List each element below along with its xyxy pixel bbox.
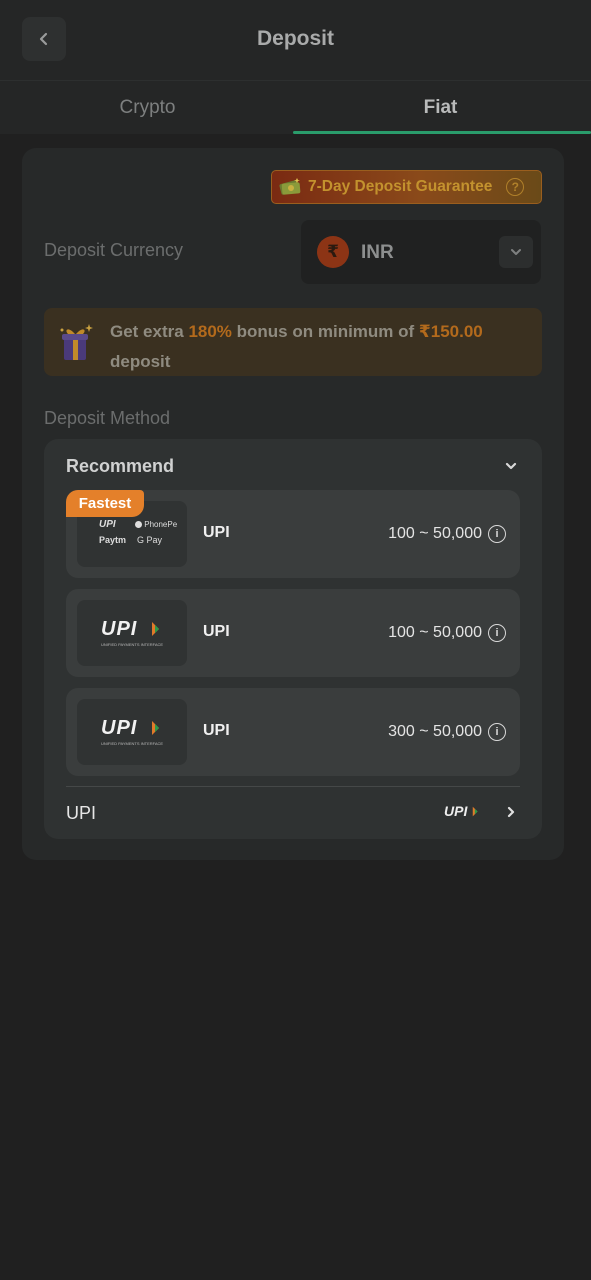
method-name: UPI <box>203 623 230 640</box>
bonus-prefix: Get extra <box>110 322 189 341</box>
payment-method-card[interactable]: UPI PhonePe Paytm G Pay Fastest UPI 100 … <box>66 490 520 578</box>
upi-logo-text: UPI <box>101 618 138 640</box>
upi-arrow-icon <box>152 622 159 636</box>
guarantee-money-icon <box>279 178 301 195</box>
upi-logo-text: UPI <box>444 803 468 819</box>
currency-dropdown-button[interactable] <box>499 236 533 268</box>
upi-logo-subtext: UNIFIED PAYMENTS INTERFACE <box>101 642 164 647</box>
tab-bar: Crypto Fiat <box>0 80 591 134</box>
bonus-text: Get extra 180% bonus on minimum of ₹150.… <box>110 317 530 377</box>
upi-logo: UPI UNIFIED PAYMENTS INTERFACE <box>77 699 187 765</box>
method-name: UPI <box>203 524 230 541</box>
paytm-logo: Paytm <box>99 535 127 545</box>
header: Deposit <box>0 0 591 80</box>
page-title: Deposit <box>256 27 334 50</box>
upi-small-logo: UPI <box>444 803 479 821</box>
gift-icon <box>60 324 93 360</box>
gpay-logo: G Pay <box>137 535 163 545</box>
payment-method-card[interactable]: UPI UNIFIED PAYMENTS INTERFACE UPI 100 ~… <box>66 589 520 677</box>
bonus-middle: bonus on minimum of <box>231 322 419 341</box>
chevron-down-icon <box>511 249 521 255</box>
bonus-suffix: deposit <box>110 352 171 371</box>
currency-select[interactable]: ₹ INR <box>301 220 541 284</box>
method-range: 100 ~ 50,000 <box>388 624 482 641</box>
method-name: UPI <box>203 722 230 739</box>
deposit-panel: 7-Day Deposit Guarantee ? Deposit Curren… <box>22 148 564 860</box>
upi-arrow-icon <box>472 806 478 817</box>
method-range: 100 ~ 50,000 <box>388 525 482 542</box>
info-icon[interactable]: i <box>488 723 506 741</box>
rupee-icon: ₹ <box>317 236 349 268</box>
tab-crypto[interactable]: Crypto <box>0 81 295 135</box>
upi-logo: UPI UNIFIED PAYMENTS INTERFACE <box>77 600 187 666</box>
upi-logo-text: UPI <box>99 519 116 530</box>
upi-logo-text: UPI <box>101 717 138 739</box>
info-icon[interactable]: i <box>488 525 506 543</box>
help-icon[interactable]: ? <box>506 178 525 196</box>
upi-logo-subtext: UNIFIED PAYMENTS INTERFACE <box>101 741 164 746</box>
bonus-amount: ₹150.00 <box>418 322 483 341</box>
bonus-percent: 180% <box>188 322 232 341</box>
active-tab-indicator <box>293 131 591 134</box>
chevron-right-icon[interactable] <box>504 805 518 819</box>
upi-method-row-label[interactable]: UPI <box>66 803 96 824</box>
guarantee-label: 7-Day Deposit Guarantee <box>308 178 493 195</box>
bonus-banner: Get extra 180% bonus on minimum of ₹150.… <box>44 308 542 376</box>
phonepe-logo: PhonePe <box>135 520 177 529</box>
phonepe-logo-text: PhonePe <box>144 520 178 529</box>
fastest-badge: Fastest <box>66 490 144 517</box>
method-range: 300 ~ 50,000 <box>388 723 482 740</box>
deposit-currency-label: Deposit Currency <box>44 240 184 260</box>
payment-method-card[interactable]: UPI UNIFIED PAYMENTS INTERFACE UPI 300 ~… <box>66 688 520 776</box>
tab-fiat[interactable]: Fiat <box>293 81 588 135</box>
info-icon[interactable]: i <box>488 624 506 642</box>
currency-code: INR <box>361 242 394 263</box>
chevron-down-icon[interactable] <box>504 459 518 473</box>
deposit-method-label: Deposit Method <box>44 408 171 428</box>
deposit-guarantee-badge[interactable]: 7-Day Deposit Guarantee ? <box>271 170 542 204</box>
divider <box>66 786 520 787</box>
upi-arrow-icon <box>152 721 159 735</box>
recommend-section-title[interactable]: Recommend <box>66 456 174 477</box>
deposit-method-list: Recommend UPI PhonePe Paytm G Pay Fastes… <box>44 439 542 839</box>
